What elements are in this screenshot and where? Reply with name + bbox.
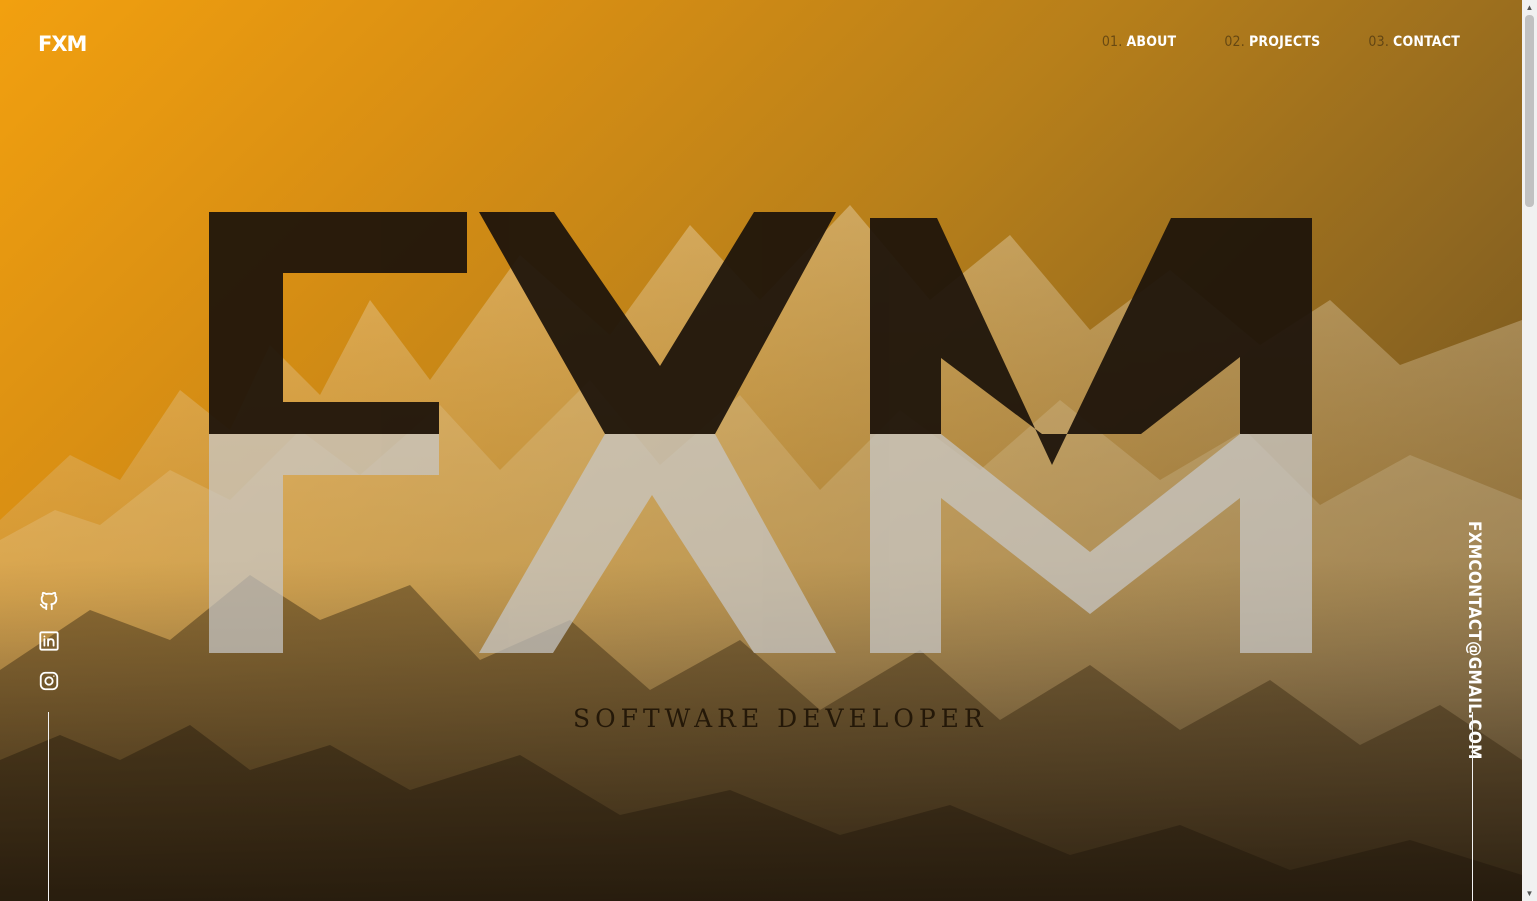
nav-about-link[interactable]: 01. ABOUT xyxy=(1102,34,1177,50)
nav-projects-link[interactable]: 02. PROJECTS xyxy=(1224,34,1320,50)
letter-m-top xyxy=(870,218,1312,465)
letter-m-bottom xyxy=(870,434,1312,653)
nav-contact-label: CONTACT xyxy=(1393,34,1460,50)
site-logo[interactable]: FXM xyxy=(38,30,87,58)
nav-about-number: 01. xyxy=(1101,34,1123,50)
scroll-up-arrow-icon[interactable]: ▲ xyxy=(1522,0,1537,15)
nav-projects-label: PROJECTS xyxy=(1248,34,1321,50)
dark-top-letters xyxy=(209,212,1312,465)
nav-contact-number: 03. xyxy=(1368,34,1390,50)
nav-projects-number: 02. xyxy=(1224,34,1245,50)
linkedin-icon[interactable] xyxy=(38,630,60,652)
hero-fxm-letters xyxy=(209,212,1312,653)
letter-f-top xyxy=(209,212,467,434)
letter-x-top xyxy=(479,212,836,434)
scrollbar-thumb[interactable] xyxy=(1525,15,1534,207)
light-bottom-letters xyxy=(209,434,1312,653)
letter-f-bottom xyxy=(209,434,439,653)
contact-email-link[interactable]: FXMCONTACT@GMAIL.COM xyxy=(1464,521,1484,760)
github-icon[interactable] xyxy=(38,590,60,612)
hero-subtitle: SOFTWARE DEVELOPER xyxy=(573,704,988,733)
scroll-down-arrow-icon[interactable]: ▼ xyxy=(1522,886,1537,901)
vertical-scrollbar[interactable]: ▲ ▼ xyxy=(1522,0,1537,901)
hero-section: FXM 01. ABOUT 02. PROJECTS 03. CONTACT F… xyxy=(0,0,1522,901)
portfolio-page: FXM 01. ABOUT 02. PROJECTS 03. CONTACT F… xyxy=(0,0,1537,901)
nav-contact-link[interactable]: 03. CONTACT xyxy=(1368,34,1460,50)
email-divider-line xyxy=(1472,712,1473,901)
instagram-icon[interactable] xyxy=(38,670,60,692)
social-links xyxy=(38,590,60,710)
letter-x-bottom xyxy=(479,434,836,653)
main-navigation: 01. ABOUT 02. PROJECTS 03. CONTACT xyxy=(1102,34,1460,50)
social-divider-line xyxy=(48,712,49,901)
vertical-email-container: FXMCONTACT@GMAIL.COM xyxy=(1462,521,1484,760)
nav-about-label: ABOUT xyxy=(1126,34,1177,50)
